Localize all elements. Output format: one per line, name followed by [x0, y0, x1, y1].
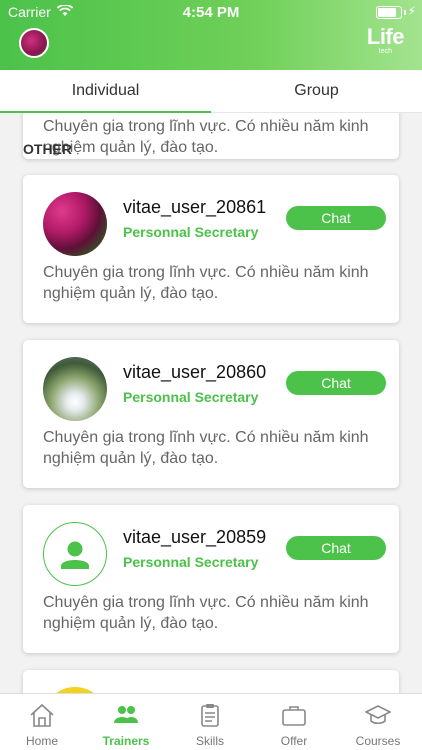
nav-offer[interactable]: Offer	[252, 694, 336, 750]
trainer-card[interactable]: vitae_user_20861 Personnal Secretary Cha…	[23, 175, 399, 323]
app-logo-subtitle: tech	[378, 48, 392, 55]
chat-button[interactable]: Chat	[286, 206, 386, 230]
graduation-cap-icon	[365, 705, 391, 725]
status-time: 4:54 PM	[182, 4, 240, 21]
trainer-description: Chuyên gia trong lĩnh vực. Có nhiều năm …	[43, 264, 369, 302]
nav-label: Skills	[195, 734, 224, 748]
battery-fill	[378, 8, 396, 17]
trainer-card[interactable]: vitae_user_20860 Personnal Secretary Cha…	[23, 340, 399, 488]
person-placeholder-icon	[61, 541, 89, 569]
trainer-name: vitae_user_20859	[123, 527, 267, 547]
trainer-list[interactable]: Chuyên gia trong lĩnh vực. Có nhiều năm …	[0, 112, 422, 694]
nav-label: Home	[25, 734, 58, 748]
profile-avatar[interactable]	[19, 28, 49, 58]
nav-label: Trainers	[102, 734, 150, 748]
trainer-name: vitae_user_20861	[123, 197, 267, 217]
trainer-avatar	[43, 357, 107, 421]
trainer-role: Personnal Secretary	[123, 224, 259, 240]
trainer-avatar	[43, 522, 107, 586]
active-tab-indicator	[0, 111, 211, 113]
chat-button[interactable]: Chat	[286, 371, 386, 395]
nav-home[interactable]: Home	[0, 694, 84, 750]
briefcase-icon	[282, 706, 306, 726]
trainer-description: Chuyên gia trong lĩnh vực. Có nhiều năm …	[43, 118, 369, 156]
section-title: OTHER	[23, 141, 72, 157]
trainer-name: vitae_user_20860	[123, 362, 267, 382]
partial-trainer-card[interactable]	[23, 670, 399, 694]
partial-trainer-card[interactable]: Chuyên gia trong lĩnh vực. Có nhiều năm …	[23, 112, 399, 159]
segment-tabs: Individual Group	[0, 70, 422, 113]
nav-skills[interactable]: Skills	[168, 694, 252, 750]
battery-icon	[376, 6, 402, 19]
clipboard-icon	[201, 704, 219, 727]
status-bar: Carrier 4:54 PM ⚡	[0, 4, 422, 22]
trainer-role: Personnal Secretary	[123, 554, 259, 570]
app-header: Carrier 4:54 PM ⚡ Life tech	[0, 0, 422, 70]
nav-trainers[interactable]: Trainers	[84, 694, 168, 750]
people-icon	[114, 706, 138, 723]
bottom-nav: Home Trainers Skills Offer Courses	[0, 693, 422, 750]
tab-group[interactable]: Group	[211, 70, 422, 112]
nav-courses[interactable]: Courses	[336, 694, 420, 750]
trainer-role: Personnal Secretary	[123, 389, 259, 405]
home-icon	[30, 703, 54, 727]
charging-bolt-icon: ⚡	[407, 4, 416, 18]
trainer-description: Chuyên gia trong lĩnh vực. Có nhiều năm …	[43, 594, 369, 632]
app-logo: Life	[366, 24, 405, 49]
battery-cap	[404, 10, 406, 15]
trainer-avatar	[43, 192, 107, 256]
nav-label: Offer	[280, 734, 308, 748]
trainer-description: Chuyên gia trong lĩnh vực. Có nhiều năm …	[43, 429, 369, 467]
chat-button[interactable]: Chat	[286, 536, 386, 560]
trainer-card[interactable]: vitae_user_20859 Personnal Secretary Cha…	[23, 505, 399, 653]
nav-label: Courses	[355, 734, 401, 748]
tab-individual[interactable]: Individual	[0, 70, 211, 112]
